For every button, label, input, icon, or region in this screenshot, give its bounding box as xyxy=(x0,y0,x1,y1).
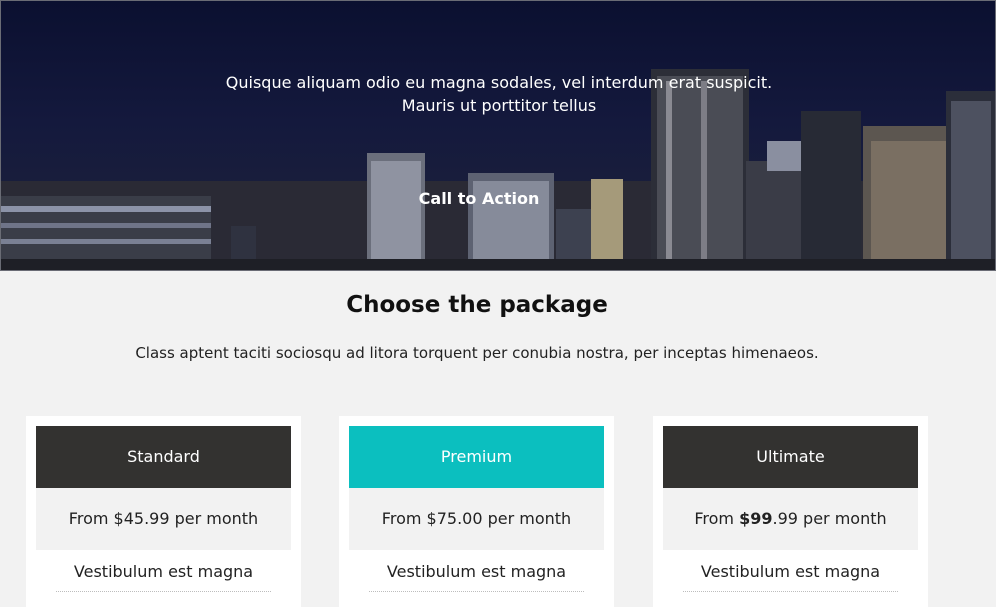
hero-line-2: Mauris ut porttitor tellus xyxy=(401,96,597,115)
plan-header[interactable]: Premium xyxy=(349,426,604,488)
plan-card-standard: Standard From $45.99 per month Vestibulu… xyxy=(26,416,301,607)
hero-text: Quisque aliquam odio eu magna sodales, v… xyxy=(1,71,995,117)
plan-card-premium: Premium From $75.00 per month Vestibulum… xyxy=(339,416,614,607)
plan-price: From $75.00 per month xyxy=(349,488,604,550)
plan-price: From $99.99 per month xyxy=(663,488,918,550)
call-to-action-button[interactable]: Call to Action xyxy=(399,184,559,214)
plan-card-ultimate: Ultimate From $99.99 per month Vestibulu… xyxy=(653,416,928,607)
plan-price: From $45.99 per month xyxy=(36,488,291,550)
pricing-title: Choose the package xyxy=(346,292,608,318)
hero-banner: Quisque aliquam odio eu magna sodales, v… xyxy=(0,0,996,271)
pricing-subtitle: Class aptent taciti sociosqu ad litora t… xyxy=(135,344,819,362)
plan-feature: Vestibulum est magna xyxy=(683,560,898,592)
plan-header[interactable]: Ultimate xyxy=(663,426,918,488)
city-skyline-image xyxy=(1,69,995,270)
plan-feature: Vestibulum est magna xyxy=(369,560,584,592)
hero-line-1: Quisque aliquam odio eu magna sodales, v… xyxy=(225,73,773,92)
plan-feature: Vestibulum est magna xyxy=(56,560,271,592)
plan-header[interactable]: Standard xyxy=(36,426,291,488)
